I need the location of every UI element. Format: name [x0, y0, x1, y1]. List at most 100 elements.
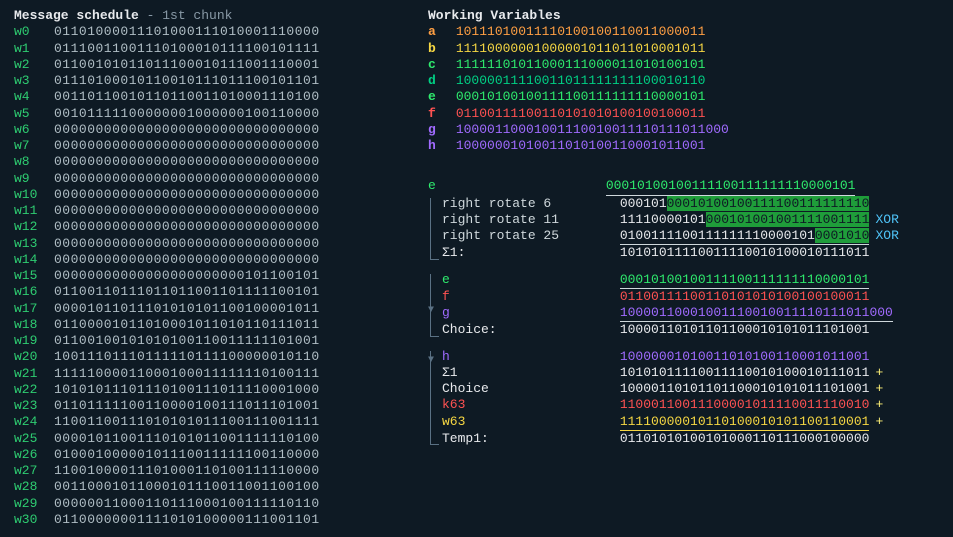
- arrow-down-icon: ▼: [428, 355, 434, 368]
- word-label: w8: [14, 154, 54, 170]
- word-bits: 00000011000110111000100111110110: [54, 496, 320, 511]
- rot25-label: right rotate 25: [442, 228, 612, 244]
- message-word-row: w2301101111100110000100111011101001: [14, 398, 424, 414]
- message-word-row: w1500000000000000000000000101100101: [14, 268, 424, 284]
- word-label: w10: [14, 187, 54, 203]
- message-word-row: w301110100010110010111011100101101: [14, 73, 424, 89]
- temp1-label: Temp1:: [442, 431, 612, 447]
- word-label: w28: [14, 479, 54, 495]
- word-label: w1: [14, 41, 54, 57]
- k63-label: k63: [442, 397, 612, 413]
- choice-row-bits: 10000110101101100010101011101001: [620, 381, 870, 397]
- word-label: w29: [14, 496, 54, 512]
- working-var-row: d 10000011110011011111111100010110: [428, 73, 939, 89]
- message-word-row: w2010011101110111110111100000010110: [14, 349, 424, 365]
- word-label: w5: [14, 106, 54, 122]
- message-word-row: w1100000000000000000000000000000000: [14, 203, 424, 219]
- e-bits-2: 00010100100111100111111110000101: [620, 272, 870, 289]
- w63-label: w63: [442, 414, 612, 430]
- word-label: w15: [14, 268, 54, 284]
- working-var-label: f: [428, 106, 448, 122]
- plus-op: +: [875, 381, 883, 396]
- word-bits: 00000000000000000000000000000000: [54, 187, 320, 202]
- working-var-label: g: [428, 122, 448, 138]
- f-label: f: [442, 289, 612, 305]
- word-label: w26: [14, 447, 54, 463]
- word-bits: 00000000000000000000000000000000: [54, 154, 320, 169]
- word-label: w6: [14, 122, 54, 138]
- plus-op: +: [875, 397, 883, 412]
- word-bits: 00000000000000000000000000000000: [54, 122, 320, 137]
- word-bits: 00000000000000000000000000000000: [54, 171, 320, 186]
- message-word-row: w1601100110111011011001101111100101: [14, 284, 424, 300]
- word-label: w13: [14, 236, 54, 252]
- word-bits: 01000100000101110011111100110000: [54, 447, 320, 462]
- k63-bits: 11000110011100001011110011110010: [620, 397, 870, 413]
- word-label: w30: [14, 512, 54, 528]
- word-bits: 10011101110111110111100000010110: [54, 349, 320, 364]
- sigma1-row-label: Σ1: [442, 365, 612, 381]
- g-label: g: [442, 305, 612, 321]
- plus-op: +: [875, 365, 883, 380]
- e-bits: 00010100100111100111111110000101: [606, 178, 856, 195]
- f-bits: 01100111100110101010100100100011: [620, 289, 870, 305]
- word-bits: 11001000011101000110100111110000: [54, 463, 320, 478]
- word-label: w24: [14, 414, 54, 430]
- message-word-row: w001101000011101000111010001110000: [14, 24, 424, 40]
- message-word-row: w2111111000011000100011111110100111: [14, 366, 424, 382]
- working-var-bits: 01100111100110101010100100100011: [456, 106, 706, 121]
- word-bits: 01110100010110010111011100101101: [54, 73, 320, 88]
- choice-row-label: Choice: [442, 381, 612, 397]
- working-var-bits: 10000011110011011111111100010110: [456, 73, 706, 88]
- word-bits: 01100001011010001011010110111011: [54, 317, 320, 332]
- word-bits: 00001011011101010101100100001011: [54, 301, 320, 316]
- xor-op: XOR: [875, 212, 898, 227]
- sigma1-bits: 10101011110011110010100010111011: [620, 245, 870, 261]
- word-label: w7: [14, 138, 54, 154]
- word-label: w19: [14, 333, 54, 349]
- word-bits: 01101111100110000100111011101001: [54, 398, 320, 413]
- message-word-row: w1000000000000000000000000000000000: [14, 187, 424, 203]
- e-label-2: e: [442, 272, 612, 288]
- word-bits: 00000000000000000000000000000000: [54, 252, 320, 267]
- working-var-bits: 00010100100111100111111110000101: [456, 89, 706, 104]
- working-var-bits: 11110000001000001011011010001011: [456, 41, 706, 56]
- working-var-label: a: [428, 24, 448, 40]
- message-word-row: w400110110010110110011010001110100: [14, 89, 424, 105]
- message-schedule-panel: Message schedule - 1st chunk w0011010000…: [14, 8, 424, 528]
- working-variables-panel: Working Variables a 10111010011110100100…: [424, 8, 939, 528]
- g-bits: 10000110001001110010011110111011000: [620, 305, 893, 322]
- message-word-row: w1400000000000000000000000000000000: [14, 252, 424, 268]
- working-var-row: b 11110000001000001011011010001011: [428, 41, 939, 57]
- message-word-row: w500101111100000001000000100110000: [14, 106, 424, 122]
- bracket-icon: [430, 198, 439, 260]
- sigma1-row-bits: 10101011110011110010100010111011: [620, 365, 870, 381]
- word-bits: 01101000011101000111010001110000: [54, 24, 320, 39]
- message-word-row: w201100101011011100010111001110001: [14, 57, 424, 73]
- message-schedule-title: Message schedule - 1st chunk: [14, 8, 424, 24]
- rot6-bits: 00010100010100100111100111111110: [620, 196, 870, 212]
- word-label: w14: [14, 252, 54, 268]
- message-word-row: w600000000000000000000000000000000: [14, 122, 424, 138]
- working-var-label: e: [428, 89, 448, 105]
- rot11-bits: 11110000101000101001001111001111: [620, 212, 870, 228]
- message-word-row: w2711001000011101000110100111110000: [14, 463, 424, 479]
- word-bits: 00110001011000101110011001100100: [54, 479, 320, 494]
- working-var-bits: 11111101011000111000011010100101: [456, 57, 706, 72]
- sigma1-label: Σ1:: [442, 245, 612, 261]
- word-bits: 00000000000000000000000000000000: [54, 138, 320, 153]
- message-word-row: w800000000000000000000000000000000: [14, 154, 424, 170]
- word-label: w0: [14, 24, 54, 40]
- message-word-row: w1901100100101010100110011111101001: [14, 333, 424, 349]
- word-bits: 01110011001110100010111100101111: [54, 41, 320, 56]
- word-label: w2: [14, 57, 54, 73]
- rot6-label: right rotate 6: [442, 196, 612, 212]
- message-word-row: w2500001011001110101011001111110100: [14, 431, 424, 447]
- h-bits: 10000001010011010100110001011001: [620, 349, 870, 365]
- rot11-label: right rotate 11: [442, 212, 612, 228]
- message-word-row: w2601000100000101110011111100110000: [14, 447, 424, 463]
- word-bits: 00000000000000000000000000000000: [54, 236, 320, 251]
- word-label: w25: [14, 431, 54, 447]
- word-bits: 11001100111010101011100111001111: [54, 414, 320, 429]
- word-label: w17: [14, 301, 54, 317]
